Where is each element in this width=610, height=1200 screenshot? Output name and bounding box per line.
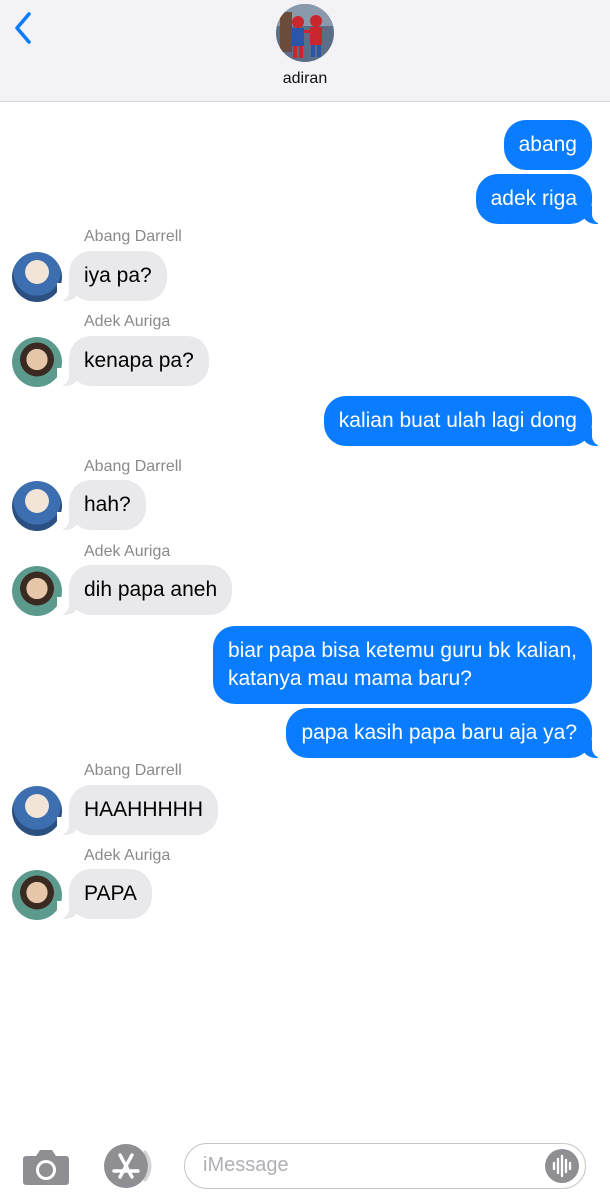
incoming-message[interactable]: kenapa pa? xyxy=(57,336,209,386)
message-line: biar papa bisa ketemu guru bk kalian, xyxy=(227,639,577,662)
conversation-header: adiran xyxy=(0,0,610,102)
outgoing-message[interactable]: kalian buat ulah lagi dong xyxy=(323,396,605,446)
chevron-left-icon xyxy=(15,12,31,44)
incoming-message[interactable]: hah? xyxy=(57,480,146,530)
outgoing-message[interactable]: abang xyxy=(503,120,592,170)
outgoing-message[interactable]: adek riga xyxy=(475,174,605,224)
contact-avatar[interactable] xyxy=(276,4,334,62)
camera-icon xyxy=(23,1150,69,1185)
compose-bar: iMessage xyxy=(0,1131,610,1200)
back-button[interactable] xyxy=(8,8,38,48)
sender-name: Abang Darrell xyxy=(84,228,182,245)
camera-button[interactable] xyxy=(22,1146,70,1186)
message-list: abang adek riga Abang Darrell iya pa? Ad… xyxy=(0,101,610,1131)
apps-button[interactable] xyxy=(100,1143,152,1189)
app-store-icon xyxy=(104,1144,152,1188)
incoming-message[interactable]: PAPA xyxy=(57,869,152,919)
message-input-placeholder: iMessage xyxy=(203,1154,289,1176)
sender-name: Abang Darrell xyxy=(84,458,182,475)
audio-waveform-icon xyxy=(552,1154,572,1178)
avatar xyxy=(12,337,62,387)
incoming-message[interactable]: iya pa? xyxy=(57,251,167,301)
avatar xyxy=(12,252,62,302)
message-input[interactable]: iMessage xyxy=(184,1143,586,1189)
sender-name: Adek Auriga xyxy=(84,543,171,560)
avatar xyxy=(12,870,62,920)
avatar xyxy=(12,566,62,616)
incoming-message[interactable]: dih papa aneh xyxy=(56,565,233,615)
audio-button[interactable] xyxy=(545,1149,579,1183)
sender-name: Adek Auriga xyxy=(84,313,171,330)
sender-name: Abang Darrell xyxy=(84,762,182,779)
sender-name: Adek Auriga xyxy=(84,847,171,864)
outgoing-message[interactable]: papa kasih papa baru aja ya? xyxy=(286,708,604,758)
contact-name[interactable]: adiran xyxy=(0,70,610,88)
incoming-message[interactable]: HAAHHHHH xyxy=(56,785,219,835)
message-line: katanya mau mama baru? xyxy=(227,667,472,690)
avatar xyxy=(12,786,62,836)
avatar xyxy=(12,481,62,531)
outgoing-message[interactable]: biar papa bisa ketemu guru bk kalian, ka… xyxy=(212,626,592,704)
